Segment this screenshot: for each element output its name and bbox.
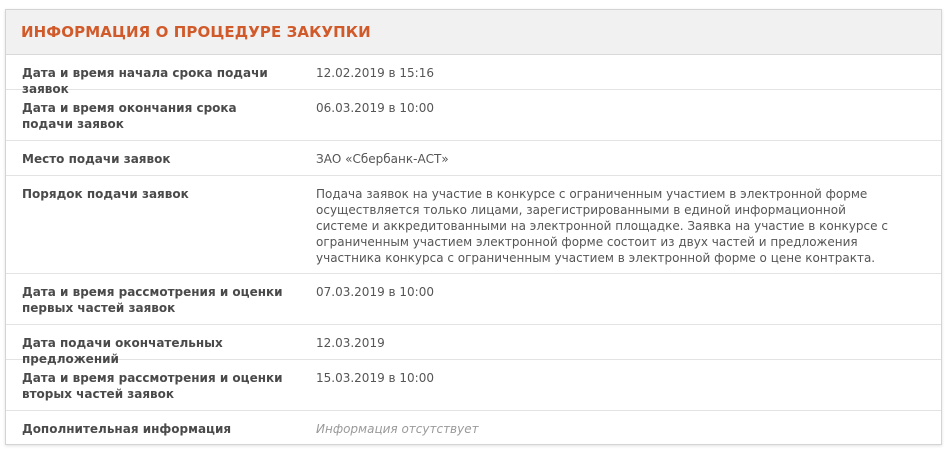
info-row-second-parts-review: Дата и время рассмотрения и оценки вторы… <box>6 360 941 411</box>
row-label: Дата и время рассмотрения и оценки первы… <box>22 285 283 315</box>
info-row-submission-start: Дата и время начала срока подачи заявок … <box>6 55 941 96</box>
row-label: Дополнительная информация <box>22 422 232 436</box>
info-row-final-offers-date: Дата подачи окончательных предложений 12… <box>6 325 941 366</box>
procurement-info-panel: ИНФОРМАЦИЯ О ПРОЦЕДУРЕ ЗАКУПКИ Дата и вр… <box>5 9 942 445</box>
info-row-submission-procedure: Порядок подачи заявок Подача заявок на у… <box>6 176 941 274</box>
row-label: Дата и время рассмотрения и оценки вторы… <box>22 371 283 401</box>
info-row-additional-info: Дополнительная информация Информация отс… <box>6 411 941 444</box>
row-value: 12.02.2019 в 15:16 <box>316 66 434 80</box>
info-row-first-parts-review: Дата и время рассмотрения и оценки первы… <box>6 274 941 325</box>
row-label: Дата и время окончания срока подачи заяв… <box>22 101 237 131</box>
info-rows: Дата и время начала срока подачи заявок … <box>6 55 941 444</box>
row-value: 07.03.2019 в 10:00 <box>316 285 434 299</box>
row-label: Место подачи заявок <box>22 152 171 166</box>
row-value-empty: Информация отсутствует <box>316 422 479 436</box>
row-label: Дата и время начала срока подачи заявок <box>22 66 268 96</box>
panel-header: ИНФОРМАЦИЯ О ПРОЦЕДУРЕ ЗАКУПКИ <box>6 10 941 55</box>
row-value: 06.03.2019 в 10:00 <box>316 101 434 115</box>
row-value: 12.03.2019 <box>316 336 385 350</box>
row-label: Дата подачи окончательных предложений <box>22 336 223 366</box>
info-row-submission-end: Дата и время окончания срока подачи заяв… <box>6 90 941 141</box>
row-value: ЗАО «Сбербанк-АСТ» <box>316 152 449 166</box>
info-row-submission-place: Место подачи заявок ЗАО «Сбербанк-АСТ» <box>6 141 941 176</box>
section-title: ИНФОРМАЦИЯ О ПРОЦЕДУРЕ ЗАКУПКИ <box>21 23 371 41</box>
row-value: Подача заявок на участие в конкурсе с ог… <box>316 187 888 265</box>
row-label: Порядок подачи заявок <box>22 187 189 201</box>
row-value: 15.03.2019 в 10:00 <box>316 371 434 385</box>
